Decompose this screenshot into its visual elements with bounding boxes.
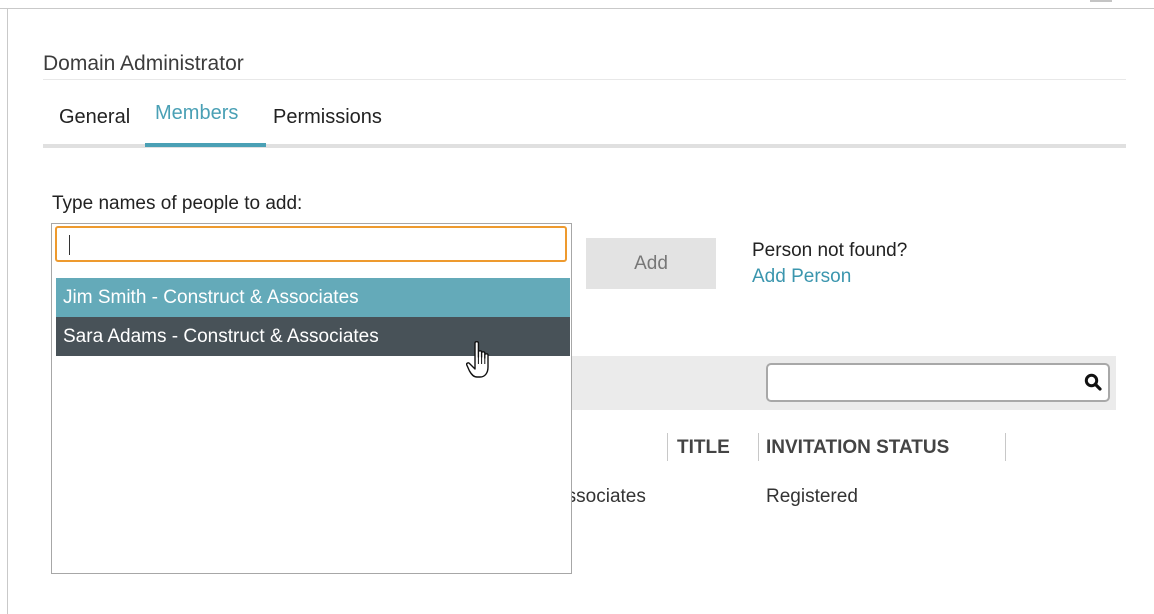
search-icon[interactable] (1084, 373, 1102, 391)
window-top-border (0, 8, 1154, 9)
column-header-title[interactable]: TITLE (677, 437, 730, 459)
active-tab-indicator (145, 143, 266, 147)
table-search-input[interactable] (766, 363, 1110, 402)
autocomplete-dropdown[interactable]: Jim Smith - Construct & Associates Sara … (51, 223, 572, 574)
column-separator[interactable] (758, 433, 759, 461)
title-divider (43, 79, 1126, 80)
minimize-icon[interactable] (1090, 0, 1112, 2)
person-not-found-text: Person not found? (752, 240, 908, 261)
column-separator[interactable] (1005, 433, 1006, 461)
people-search-input[interactable] (55, 226, 567, 262)
window-left-border (7, 8, 8, 614)
suggestion-option[interactable]: Jim Smith - Construct & Associates (56, 278, 570, 317)
text-caret (69, 235, 70, 255)
tab-permissions[interactable]: Permissions (273, 106, 382, 129)
table-cell-company: Associates (570, 486, 646, 507)
column-header-invitation-status[interactable]: INVITATION STATUS (766, 437, 949, 459)
add-people-label: Type names of people to add: (52, 193, 303, 214)
table-cell-status: Registered (766, 486, 858, 507)
column-separator[interactable] (667, 433, 668, 461)
add-button[interactable]: Add (586, 238, 716, 289)
add-person-link[interactable]: Add Person (752, 266, 851, 288)
hand-cursor-icon (466, 341, 489, 378)
tab-general[interactable]: General (59, 106, 130, 129)
tab-members[interactable]: Members (155, 102, 238, 125)
dialog-title: Domain Administrator (43, 52, 244, 75)
